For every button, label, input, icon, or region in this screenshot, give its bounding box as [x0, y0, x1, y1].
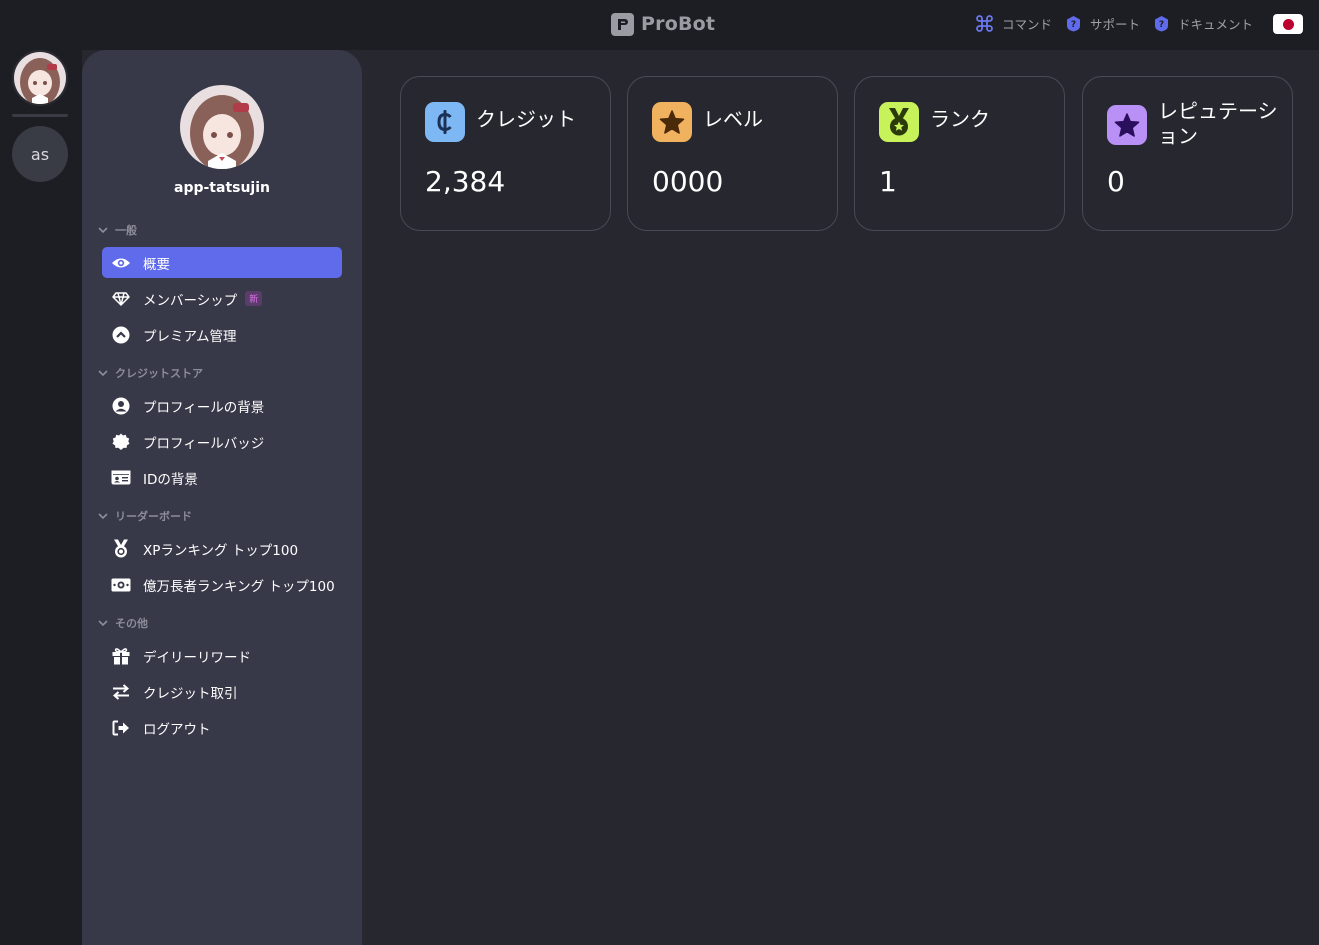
sidebar-item-label: クレジット取引: [143, 685, 238, 702]
card-title: レピュテーション: [1158, 99, 1278, 148]
command-icon: [976, 15, 993, 32]
help-icon: ?: [1066, 15, 1081, 32]
chevron-up-circle-icon: [111, 325, 131, 345]
sidebar-item-label: プレミアム管理: [143, 328, 237, 345]
commands-label: コマンド: [1001, 17, 1052, 32]
transfer-icon: [111, 682, 131, 702]
section-title: リーダーボード: [115, 510, 192, 523]
credits-value: 2,384: [425, 165, 506, 198]
sidebar-item-label: ログアウト: [143, 721, 211, 738]
support-label: サポート: [1089, 17, 1140, 32]
profile-avatar: [180, 85, 264, 169]
sidebar-item-label: 概要: [143, 256, 170, 273]
brand-name: ProBot: [641, 13, 716, 35]
section-header-other[interactable]: その他: [98, 615, 148, 631]
section-title: クレジットストア: [115, 367, 203, 380]
docs-label: ドキュメント: [1177, 17, 1253, 32]
commands-link[interactable]: コマンド: [976, 14, 1052, 33]
card-title: クレジット: [476, 107, 576, 131]
rank-value: 1: [879, 165, 897, 198]
sidebar-item-id-background[interactable]: IDの背景: [102, 462, 342, 493]
star-icon: [652, 102, 692, 142]
medal-icon: [111, 539, 131, 559]
sidebar-item-label: プロフィールの背景: [143, 399, 265, 416]
sidebar-item-daily-reward[interactable]: デイリーリワード: [102, 640, 342, 671]
profile-username: app-tatsujin: [174, 180, 270, 196]
sidebar-item-label: プロフィールバッジ: [143, 435, 265, 452]
sidebar-item-membership[interactable]: メンバーシップ 新: [102, 283, 342, 314]
probot-logo-icon: [611, 12, 634, 36]
sidebar-item-overview[interactable]: 概要: [102, 247, 342, 278]
rank-card: ランク 1: [854, 76, 1065, 231]
section-header-general[interactable]: 一般: [98, 222, 137, 238]
sidebar-item-millionaire-ranking[interactable]: 億万長者ランキング トップ100: [102, 569, 342, 600]
user-circle-icon: [111, 396, 131, 416]
sidebar: app-tatsujin 一般 概要 メンバーシップ 新 プレミアム管理 クレジ…: [82, 50, 362, 945]
language-selector[interactable]: [1273, 14, 1303, 34]
sidebar-item-label: メンバーシップ: [143, 292, 238, 309]
level-value: 0000: [652, 165, 724, 198]
chevron-down-icon: [98, 510, 108, 523]
chevron-down-icon: [98, 224, 108, 237]
top-bar: ProBot コマンド ? サポート ? ドキュメント: [0, 0, 1319, 50]
cent-icon: [425, 102, 465, 142]
sidebar-item-credit-transfer[interactable]: クレジット取引: [102, 676, 342, 707]
medal-icon: [879, 102, 919, 142]
new-badge: 新: [245, 291, 263, 306]
reputation-card: レピュテーション 0: [1082, 76, 1293, 231]
top-links: コマンド ? サポート ? ドキュメント: [976, 14, 1253, 33]
money-bill-icon: [111, 575, 131, 595]
sidebar-item-xp-ranking[interactable]: XPランキング トップ100: [102, 533, 342, 564]
section-header-leaderboard[interactable]: リーダーボード: [98, 508, 192, 524]
diamond-icon: [111, 289, 131, 309]
credits-card: クレジット 2,384: [400, 76, 611, 231]
svg-text:?: ?: [1159, 20, 1164, 30]
sidebar-item-profile-badges[interactable]: プロフィールバッジ: [102, 426, 342, 457]
sidebar-item-label: IDの背景: [143, 471, 198, 488]
sidebar-item-label: デイリーリワード: [143, 649, 251, 666]
sidebar-item-logout[interactable]: ログアウト: [102, 712, 342, 743]
user-avatar[interactable]: [12, 50, 68, 106]
docs-link[interactable]: ? ドキュメント: [1154, 14, 1253, 33]
certificate-icon: [111, 432, 131, 452]
card-title: レベル: [703, 107, 763, 131]
chevron-down-icon: [98, 617, 108, 630]
section-title: その他: [115, 617, 148, 630]
support-link[interactable]: ? サポート: [1066, 14, 1140, 33]
section-title: 一般: [115, 224, 137, 237]
sidebar-item-profile-background[interactable]: プロフィールの背景: [102, 390, 342, 421]
svg-text:?: ?: [1071, 20, 1076, 30]
brand-logo[interactable]: ProBot: [611, 12, 715, 36]
chevron-down-icon: [98, 367, 108, 380]
level-card: レベル 0000: [627, 76, 838, 231]
id-card-icon: [111, 468, 131, 488]
japan-flag-icon: [1282, 18, 1294, 30]
gift-icon: [111, 646, 131, 666]
logout-icon: [111, 718, 131, 738]
server-rail: as: [0, 50, 82, 945]
sidebar-item-label: XPランキング トップ100: [143, 542, 299, 559]
sidebar-item-premium[interactable]: プレミアム管理: [102, 319, 342, 350]
card-title: ランク: [930, 107, 990, 131]
server-button[interactable]: as: [12, 126, 68, 182]
eye-icon: [111, 253, 131, 273]
help-icon: ?: [1154, 15, 1169, 32]
sidebar-item-label: 億万長者ランキング トップ100: [143, 578, 335, 595]
rail-separator: [12, 114, 68, 117]
star-icon: [1107, 105, 1147, 145]
reputation-value: 0: [1107, 165, 1125, 198]
section-header-credit-store[interactable]: クレジットストア: [98, 365, 203, 381]
